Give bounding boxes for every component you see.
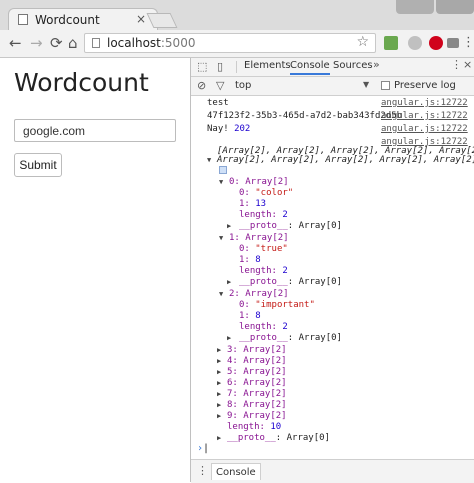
context-selector[interactable]: top [235, 80, 251, 91]
address-bar[interactable]: localhost:5000 ☆ [84, 33, 376, 53]
url-input[interactable] [14, 119, 176, 142]
filter-icon[interactable]: ▽ [216, 79, 224, 92]
page-content: Wordcount Submit [0, 58, 190, 482]
collapsed-triangle-icon[interactable]: ▶ [217, 346, 221, 354]
log-source-link[interactable]: angular.js:12722 [381, 111, 468, 121]
preserve-log-label: Preserve log [394, 80, 456, 91]
browser-tab[interactable]: Wordcount × [8, 8, 158, 30]
home-button[interactable]: ⌂ [68, 34, 78, 52]
collapsed-triangle-icon[interactable]: ▶ [227, 222, 231, 230]
console-output: test angular.js:12722 47f123f2-35b3-465d… [207, 98, 474, 443]
submit-button[interactable]: Submit [14, 153, 62, 177]
log-source-link[interactable]: angular.js:12722 [381, 124, 468, 134]
inspect-element-icon[interactable]: ⬚ [197, 60, 207, 73]
devtools-tabbar: ⬚ ▯ Elements Console Sources » ⋮ × [191, 58, 474, 77]
devtools-close-button[interactable]: × [463, 58, 472, 71]
expand-triangle-icon[interactable]: ▼ [207, 156, 211, 164]
device-toolbar-icon[interactable]: ▯ [217, 60, 223, 73]
page-title: Wordcount [14, 68, 149, 97]
collapsed-triangle-icon[interactable]: ▶ [217, 412, 221, 420]
collapsed-triangle-icon[interactable]: ▶ [227, 278, 231, 286]
collapsed-triangle-icon[interactable]: ▶ [217, 357, 221, 365]
chrome-menu-icon[interactable]: ⋮ [462, 35, 474, 50]
preserve-log-checkbox[interactable] [381, 81, 390, 90]
tab-console[interactable]: Console [290, 60, 330, 75]
tab-title: Wordcount [35, 13, 100, 27]
forward-button[interactable]: → [30, 34, 43, 52]
console-drawer: ⋮ Console [191, 459, 474, 483]
window-minimize-button[interactable] [396, 0, 434, 14]
drawer-menu-icon[interactable]: ⋮ [197, 464, 208, 477]
drawer-tab-console[interactable]: Console [211, 463, 261, 480]
tab-strip: Wordcount × [0, 0, 474, 30]
collapsed-triangle-icon[interactable]: ▶ [217, 379, 221, 387]
puzzle-icon[interactable] [384, 36, 398, 50]
info-icon [219, 166, 227, 174]
pinterest-icon[interactable] [429, 36, 443, 50]
log-source-link[interactable]: angular.js:12722 [381, 98, 468, 108]
collapsed-triangle-icon[interactable]: ▶ [227, 334, 231, 342]
devtools-menu-icon[interactable]: ⋮ [451, 58, 462, 71]
back-button[interactable]: ← [9, 34, 22, 52]
mail-icon[interactable] [447, 38, 459, 48]
toolbar-divider [236, 61, 237, 73]
page-info-icon[interactable] [92, 38, 100, 48]
reload-button[interactable]: ⟳ [50, 34, 63, 52]
tab-elements[interactable]: Elements [244, 60, 291, 71]
more-tabs-button[interactable]: » [373, 58, 380, 71]
collapsed-triangle-icon[interactable]: ▶ [217, 401, 221, 409]
expand-triangle-icon[interactable]: ▼ [219, 178, 223, 186]
chevron-down-icon[interactable]: ▼ [363, 80, 369, 89]
ext-icon[interactable] [408, 36, 422, 50]
devtools-panel: ⬚ ▯ Elements Console Sources » ⋮ × ⊘ ▽ t… [190, 58, 474, 483]
expand-triangle-icon[interactable]: ▼ [219, 234, 223, 242]
collapsed-triangle-icon[interactable]: ▶ [217, 390, 221, 398]
url-text[interactable]: localhost:5000 [107, 36, 195, 50]
collapsed-triangle-icon[interactable]: ▶ [217, 368, 221, 376]
console-toolbar: ⊘ ▽ top ▼ Preserve log [191, 77, 474, 96]
tab-sources[interactable]: Sources [333, 60, 373, 71]
page-favicon-icon [18, 14, 28, 25]
clear-console-icon[interactable]: ⊘ [197, 79, 206, 92]
browser-toolbar: ← → ⟳ ⌂ localhost:5000 ☆ ⋮ [0, 30, 474, 58]
window-close-button[interactable] [436, 0, 474, 14]
bookmark-star-icon[interactable]: ☆ [356, 34, 369, 50]
tab-close-button[interactable]: × [136, 12, 146, 26]
expand-triangle-icon[interactable]: ▼ [219, 290, 223, 298]
console-prompt[interactable]: ›| [197, 443, 209, 454]
collapsed-triangle-icon[interactable]: ▶ [217, 434, 221, 442]
